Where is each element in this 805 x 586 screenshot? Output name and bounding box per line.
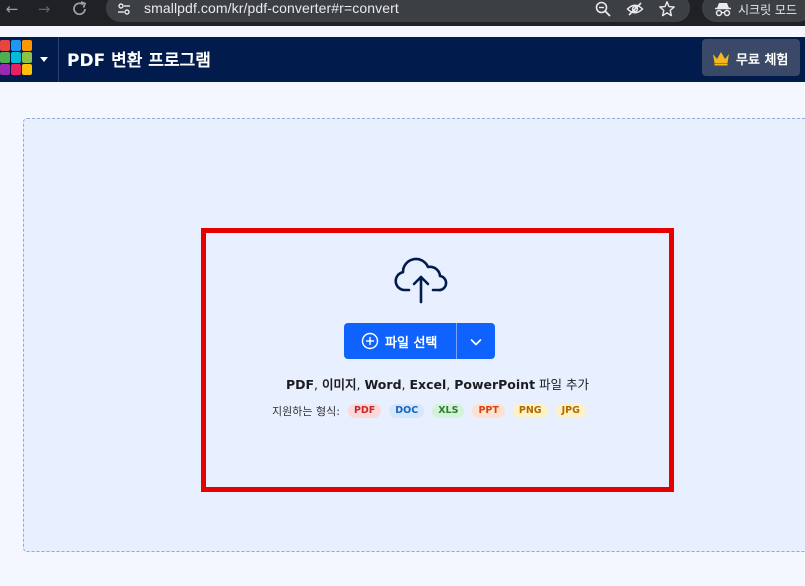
accepted-file-types-text: PDF, 이미지, Word, Excel, PowerPoint 파일 추가 — [0, 374, 805, 393]
address-bar[interactable]: smallpdf.com/kr/pdf-converter#r=convert — [106, 0, 690, 22]
browser-toolbar: ← → smallpdf.com/kr/pdf-converter#r=conv… — [0, 0, 805, 26]
plus-circle-icon — [361, 332, 379, 350]
choose-file-button[interactable]: 파일 선택 — [344, 323, 456, 359]
app-switcher-tile — [0, 52, 10, 63]
zoom-icon[interactable] — [594, 0, 612, 18]
app-switcher-tile — [11, 40, 21, 51]
upload-source-dropdown-button[interactable] — [457, 323, 495, 359]
caret-down-icon[interactable] — [38, 53, 50, 65]
format-badge-png: PNG — [512, 404, 548, 418]
incognito-icon — [715, 3, 731, 17]
choose-file-label: 파일 선택 — [385, 336, 438, 351]
app-switcher-tile — [0, 64, 10, 75]
header-divider — [58, 37, 59, 82]
app-switcher-grid-icon[interactable] — [0, 40, 32, 78]
eye-off-icon[interactable] — [626, 0, 644, 18]
app-switcher-tile — [22, 52, 32, 63]
format-badge-pdf: PDF — [347, 404, 382, 418]
format-badge-xls: XLS — [432, 404, 465, 418]
app-header: PDF 변환 프로그램 무료 체험 — [0, 37, 805, 82]
incognito-label: 시크릿 모드 — [738, 3, 798, 17]
format-badges: PDF DOC XLS PPT PNG JPG — [347, 404, 586, 418]
file-type-name: PowerPoint — [454, 377, 536, 392]
format-badge-jpg: JPG — [555, 404, 586, 418]
file-type-separator: , — [314, 377, 322, 392]
star-icon[interactable] — [658, 0, 676, 18]
site-info-icon[interactable] — [116, 1, 132, 17]
cloud-upload-icon[interactable] — [392, 256, 450, 304]
file-type-name: Excel — [409, 377, 447, 392]
supported-formats-row: 지원하는 형식: PDF DOC XLS PPT PNG JPG — [272, 403, 586, 419]
crown-icon — [713, 52, 729, 66]
page-title: PDF 변환 프로그램 — [67, 51, 211, 71]
file-type-separator: , — [446, 377, 455, 392]
file-type-name: Word — [364, 377, 402, 392]
forward-arrow-icon[interactable]: → — [34, 0, 54, 20]
url-text[interactable]: smallpdf.com/kr/pdf-converter#r=convert — [144, 0, 399, 16]
app-switcher-tile — [22, 40, 32, 51]
free-trial-button[interactable]: 무료 체험 — [702, 39, 800, 76]
file-types-list: PDF, 이미지, Word, Excel, PowerPoint — [286, 377, 539, 392]
app-switcher-tile — [0, 40, 10, 51]
supported-formats-label: 지원하는 형식: — [272, 405, 340, 418]
reload-icon[interactable] — [70, 0, 90, 20]
app-switcher-tile — [11, 64, 21, 75]
format-badge-ppt: PPT — [472, 404, 505, 418]
free-trial-label: 무료 체험 — [736, 53, 789, 68]
app-switcher-tile — [11, 52, 21, 63]
incognito-indicator[interactable]: 시크릿 모드 — [702, 0, 805, 22]
file-types-suffix: 파일 추가 — [539, 377, 590, 392]
file-type-name: 이미지 — [322, 377, 357, 392]
file-type-name: PDF — [285, 377, 315, 392]
chevron-down-icon — [470, 339, 482, 346]
format-badge-doc: DOC — [389, 404, 425, 418]
app-switcher-tile — [22, 64, 32, 75]
back-arrow-icon[interactable]: ← — [2, 0, 22, 20]
